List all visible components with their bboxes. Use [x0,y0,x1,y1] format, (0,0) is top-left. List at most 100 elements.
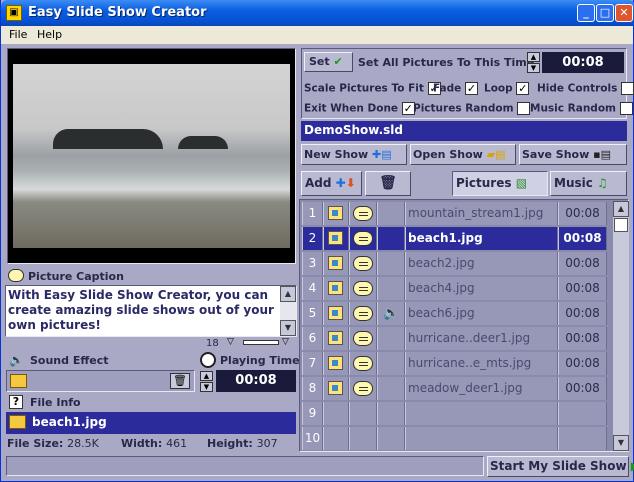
row-number: 7 [302,352,323,375]
minimize-button[interactable]: _ [577,4,595,22]
table-row[interactable]: 3 beach2.jpg 00:08 [302,252,607,275]
open-show-button[interactable]: Open Show ▰▤ [410,144,516,165]
help-icon: ? [9,395,23,409]
music-notes-icon: ♫ [597,176,608,190]
folder-icon [9,415,26,429]
row-time: 00:08 [558,327,607,350]
picture-icon[interactable] [328,231,343,245]
new-show-button[interactable]: New Show ✚▤ [301,144,407,165]
hide-controls-checkbox[interactable] [621,82,634,95]
font-size-down-icon[interactable]: ▽ [227,337,234,347]
row-time: 00:08 [558,252,607,275]
scroll-thumb[interactable] [614,218,628,232]
scroll-up-icon[interactable]: ▲ [280,286,296,302]
exit-when-done-option[interactable]: Exit When Done ✓ [304,102,415,115]
set-all-up-icon[interactable]: ▲ [527,52,540,62]
caption-bubble-icon[interactable] [353,256,373,271]
fade-option[interactable]: Fade ✓ [433,82,478,95]
caption-cell [349,427,377,450]
caption-bubble-icon[interactable] [353,306,373,321]
picture-icon[interactable] [328,381,343,395]
sound-cell [377,327,405,350]
sound-effect-field[interactable]: 🗑 [6,370,195,392]
caption-bubble-icon[interactable] [353,381,373,396]
picture-icon[interactable] [328,356,343,370]
tab-pictures[interactable]: Pictures ▧ [452,171,548,196]
fade-checkbox[interactable]: ✓ [464,82,478,95]
picture-icon[interactable] [328,331,343,345]
table-row[interactable]: 2 beach1.jpg 00:08 [302,227,607,250]
row-number: 10 [302,427,323,450]
table-row[interactable]: 1 mountain_stream1.jpg 00:08 [302,202,607,225]
add-icon: ✚ [335,176,346,190]
font-size-slider[interactable] [243,340,279,345]
folder-icon[interactable] [10,374,27,388]
caption-bubble-icon[interactable] [353,281,373,296]
add-button[interactable]: Add ✚⬇ [301,171,362,196]
pictures-random-checkbox[interactable] [517,102,531,115]
time-up-icon[interactable]: ▲ [200,371,213,381]
table-row[interactable]: 5 beach6.jpg 00:08 🔈 [302,302,607,325]
pictures-random-option[interactable]: Pictures Random [413,102,531,115]
speaker-icon[interactable]: 🔈 [383,306,399,321]
caption-bubble-icon[interactable] [353,231,373,246]
table-row[interactable]: 9 [302,402,607,425]
title-bar: ▣ Easy Slide Show Creator _ □ ✕ [1,0,634,26]
sound-effect-label: Sound Effect [30,354,109,367]
row-time: 00:08 [558,202,607,225]
pictures-icon: ▧ [515,176,528,190]
window-title: Easy Slide Show Creator [28,5,207,20]
pic-cell [323,402,349,425]
file-info-label: File Info [30,396,81,409]
menu-bar: File Help [1,26,633,44]
picture-icon[interactable] [328,281,343,295]
save-show-button[interactable]: Save Show ▪▤ [519,144,627,165]
playing-time-value[interactable]: 00:08 [216,370,296,392]
table-row[interactable]: 8 meadow_deer1.jpg 00:08 [302,377,607,400]
sound-cell [377,352,405,375]
table-row[interactable]: 6 hurricane..deer1.jpg 00:08 [302,327,607,350]
loop-checkbox[interactable]: ✓ [516,82,530,95]
menu-help[interactable]: Help [37,28,62,41]
caption-bubble-icon[interactable] [353,331,373,346]
floppy-disk-icon: ▪▤ [593,148,611,161]
row-filename: mountain_stream1.jpg [405,202,558,225]
table-row[interactable]: 4 beach4.jpg 00:08 [302,277,607,300]
table-row[interactable]: 10 [302,427,607,450]
loop-option[interactable]: Loop ✓ [484,82,530,95]
menu-file[interactable]: File [9,28,27,41]
set-button[interactable]: Set ✔ [304,52,353,72]
picture-icon[interactable] [328,206,343,220]
scroll-down-icon[interactable]: ▼ [280,320,296,336]
caption-textarea[interactable]: With Easy Slide Show Creator, you can cr… [5,285,297,337]
picture-icon[interactable] [328,256,343,270]
music-random-option[interactable]: Music Random [530,102,633,115]
row-number: 9 [302,402,323,425]
scroll-down-icon[interactable]: ▼ [613,435,629,451]
tab-music[interactable]: Music ♫ [550,171,627,196]
checkmark-icon: ✔ [333,55,343,68]
list-scrollbar[interactable]: ▲ ▼ [613,201,629,451]
picture-icon[interactable] [328,306,343,320]
time-down-icon[interactable]: ▼ [200,382,213,392]
trash-icon[interactable]: 🗑 [170,373,190,389]
caption-bubble-icon[interactable] [353,356,373,371]
maximize-button[interactable]: □ [596,4,614,22]
file-info-name: beach1.jpg [32,415,107,429]
clock-icon [200,352,216,368]
close-button[interactable]: ✕ [615,4,633,22]
hide-controls-option[interactable]: Hide Controls [537,82,634,95]
font-size-up-icon[interactable]: ▽ [282,337,289,347]
set-all-down-icon[interactable]: ▼ [527,63,540,73]
start-slide-show-button[interactable]: Start My Slide Show ▶ [487,456,634,477]
set-all-time[interactable]: 00:08 [542,52,624,73]
caption-bubble-icon[interactable] [353,206,373,221]
delete-button[interactable]: 🗑 [365,171,411,196]
speaker-icon: 🔈 [9,353,24,367]
table-row[interactable]: 7 hurricane..e_mts.jpg 00:08 [302,352,607,375]
caption-font-size[interactable]: 18 [206,338,219,349]
scale-fit-option[interactable]: Scale Pictures To Fit ✓ [304,82,441,95]
music-random-checkbox[interactable] [619,102,633,115]
caption-scrollbar[interactable]: ▲ ▼ [280,286,296,336]
scroll-up-icon[interactable]: ▲ [613,201,629,217]
